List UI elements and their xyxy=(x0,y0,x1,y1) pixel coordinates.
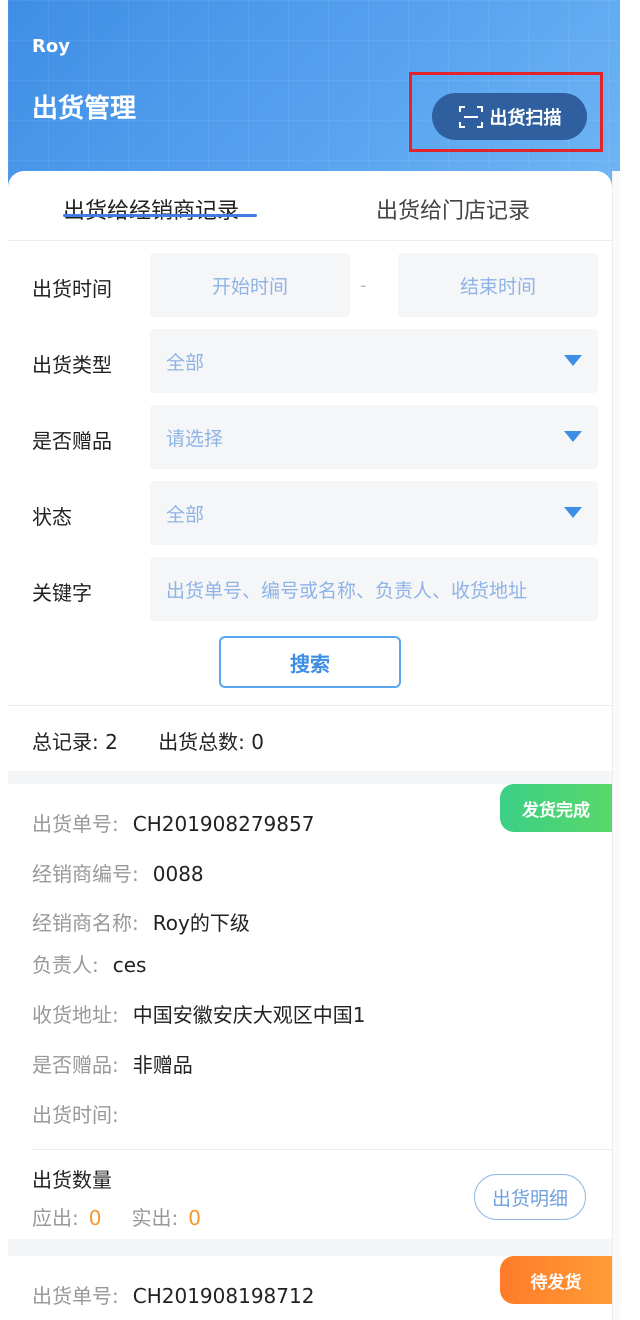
owner-row: 负责人: ces xyxy=(32,949,146,978)
chevron-down-icon xyxy=(564,507,582,518)
dealer-code-row: 经销商编号: 0088 xyxy=(32,858,204,887)
active-tab-indicator xyxy=(63,214,257,217)
ship-time-row: 出货时间: xyxy=(32,1099,133,1128)
type-filter-label: 出货类型 xyxy=(32,353,112,377)
end-time-field[interactable]: 结束时间 xyxy=(398,253,598,317)
keyword-placeholder: 出货单号、编号或名称、负责人、收货地址 xyxy=(166,579,528,602)
shipment-record-card[interactable]: 待发货 出货单号: CH201908198712 xyxy=(8,1256,612,1320)
time-filter-label: 出货时间 xyxy=(32,277,112,301)
order-number-label: 出货单号: xyxy=(32,812,119,836)
gift-label: 是否赠品: xyxy=(32,1053,119,1077)
gift-value: 非赠品 xyxy=(132,1053,193,1077)
address-label: 收货地址: xyxy=(32,1003,119,1027)
address-value: 中国安徽安庆大观区中国1 xyxy=(132,1003,366,1027)
status-badge: 发货完成 xyxy=(500,784,612,832)
tab-dealer-records[interactable]: 出货给经销商记录 xyxy=(63,193,239,225)
scan-button-label: 出货扫描 xyxy=(489,107,562,129)
order-number-row: 出货单号: CH201908279857 xyxy=(32,808,314,837)
gift-select-placeholder: 请选择 xyxy=(166,427,224,450)
status-select-value: 全部 xyxy=(166,503,205,526)
status-select[interactable]: 全部 xyxy=(150,481,598,545)
user-name: Roy xyxy=(32,36,70,57)
keyword-filter-label: 关键字 xyxy=(32,581,92,605)
dealer-code-label: 经销商编号: xyxy=(32,862,139,886)
end-time-placeholder: 结束时间 xyxy=(459,275,536,298)
total-records: 总记录: 2 xyxy=(32,730,118,754)
tab-store-records[interactable]: 出货给门店记录 xyxy=(376,193,530,225)
shipment-scan-button[interactable]: 出货扫描 xyxy=(432,93,587,140)
gift-filter-label: 是否赠品 xyxy=(32,429,112,453)
shipment-management-page: Roy 出货管理 出货扫描 出货给经销商记录 出货给门店记录 出货时间 开始时间… xyxy=(8,0,620,1320)
dealer-name-value: Roy的下级 xyxy=(152,911,250,935)
actual-ship-label: 实出: xyxy=(131,1206,179,1230)
actual-ship-value: 0 xyxy=(188,1206,201,1230)
owner-value: ces xyxy=(112,953,147,977)
owner-label: 负责人: xyxy=(32,953,99,977)
chevron-down-icon xyxy=(564,431,582,442)
quantity-row: 应出: 0 实出: 0 xyxy=(32,1202,231,1231)
search-button-label: 搜索 xyxy=(290,651,330,676)
status-filter-label: 状态 xyxy=(32,505,72,529)
order-number-label: 出货单号: xyxy=(32,1284,119,1308)
divider xyxy=(32,1149,612,1150)
ship-time-label: 出货时间: xyxy=(32,1103,119,1127)
divider xyxy=(8,705,612,706)
shipment-detail-button[interactable]: 出货明细 xyxy=(474,1174,586,1220)
chevron-down-icon xyxy=(564,355,582,366)
start-time-field[interactable]: 开始时间 xyxy=(150,253,350,317)
keyword-input[interactable]: 出货单号、编号或名称、负责人、收货地址 xyxy=(150,557,598,621)
order-number-row: 出货单号: CH201908198712 xyxy=(32,1280,314,1309)
search-button[interactable]: 搜索 xyxy=(219,636,401,688)
should-ship-value: 0 xyxy=(88,1206,102,1230)
order-number-value: CH201908279857 xyxy=(132,812,315,836)
gift-select[interactable]: 请选择 xyxy=(150,405,598,469)
should-ship-label: 应出: xyxy=(32,1206,79,1230)
dealer-name-row: 经销商名称: Roy的下级 xyxy=(32,907,250,936)
scrollbar[interactable] xyxy=(612,171,620,1320)
record-summary: 总记录: 2 出货总数: 0 xyxy=(32,726,298,755)
dealer-code-value: 0088 xyxy=(152,862,204,886)
range-separator: - xyxy=(360,275,367,296)
address-row: 收货地址: 中国安徽安庆大观区中国1 xyxy=(32,999,365,1028)
gift-row: 是否赠品: 非赠品 xyxy=(32,1049,193,1078)
scan-frame-icon xyxy=(458,105,483,128)
status-badge: 待发货 xyxy=(500,1256,612,1304)
start-time-placeholder: 开始时间 xyxy=(211,275,288,298)
total-shipped: 出货总数: 0 xyxy=(158,730,265,754)
type-select[interactable]: 全部 xyxy=(150,329,598,393)
quantity-title: 出货数量 xyxy=(32,1168,112,1192)
order-number-value: CH201908198712 xyxy=(132,1284,315,1308)
shipment-record-card[interactable]: 发货完成 出货单号: CH201908279857 经销商编号: 0088 经销商名… xyxy=(8,784,612,1239)
page-title: 出货管理 xyxy=(32,94,137,124)
record-tabs: 出货给经销商记录 出货给门店记录 xyxy=(8,171,612,241)
type-select-value: 全部 xyxy=(166,351,205,374)
dealer-name-label: 经销商名称: xyxy=(32,911,139,935)
